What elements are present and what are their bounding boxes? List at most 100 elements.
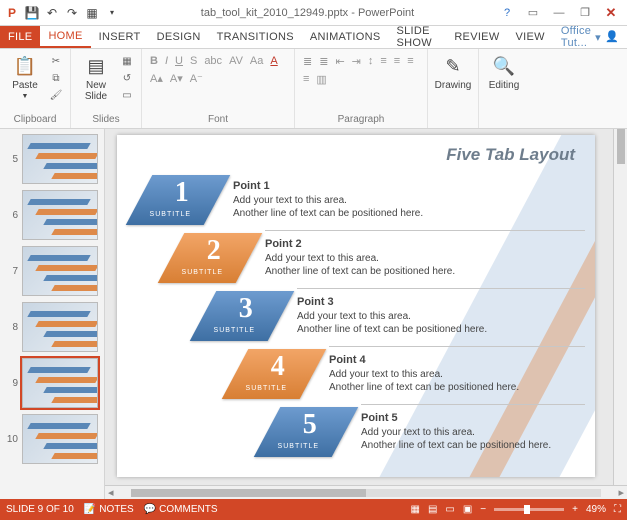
- view-normal-icon[interactable]: ▦: [410, 504, 419, 515]
- align-right-button[interactable]: ≡: [407, 55, 413, 67]
- zoom-level[interactable]: 49%: [586, 504, 606, 515]
- thumbnail-slide-10[interactable]: 10: [0, 411, 104, 467]
- format-painter-icon[interactable]: 🖌: [48, 88, 64, 102]
- thumbnail-slide-6[interactable]: 6: [0, 187, 104, 243]
- tab-line2: Another line of text can be positioned h…: [297, 324, 487, 335]
- thumbnail-number: 8: [4, 322, 18, 333]
- group-slides: ▤ New Slide ▦ ↺ ▭ Slides: [71, 49, 142, 128]
- tab-design[interactable]: DESIGN: [149, 26, 209, 48]
- vertical-scrollbar[interactable]: [613, 129, 627, 485]
- tab-item-2[interactable]: 2SUBTITLEPoint 2Add your text to this ar…: [117, 233, 595, 291]
- reset-icon[interactable]: ↺: [119, 71, 135, 85]
- tab-view[interactable]: VIEW: [508, 26, 553, 48]
- shadow-button[interactable]: S: [190, 55, 197, 67]
- strike-button[interactable]: abc: [204, 55, 222, 67]
- zoom-in-icon[interactable]: +: [572, 504, 578, 515]
- tab-insert[interactable]: INSERT: [91, 26, 149, 48]
- tab-text[interactable]: Point 2Add your text to this area.Anothe…: [265, 237, 455, 279]
- new-slide-button[interactable]: ▤ New Slide: [77, 54, 115, 102]
- fit-to-window-icon[interactable]: ⛶: [614, 504, 621, 515]
- cut-icon[interactable]: ✂: [48, 54, 64, 68]
- tab-subtitle: SUBTITLE: [259, 443, 337, 450]
- bold-button[interactable]: B: [150, 55, 158, 67]
- tab-text[interactable]: Point 4Add your text to this area.Anothe…: [329, 353, 519, 395]
- thumbnail-slide-9[interactable]: 9: [0, 355, 104, 411]
- zoom-slider-thumb[interactable]: [524, 505, 530, 514]
- notes-button[interactable]: 📝NOTES: [84, 504, 134, 515]
- justify-button[interactable]: ≡: [303, 73, 309, 85]
- tab-item-4[interactable]: 4SUBTITLEPoint 4Add your text to this ar…: [117, 349, 595, 407]
- increase-font-button[interactable]: A▴: [150, 72, 163, 85]
- spacing-button[interactable]: AV: [229, 55, 243, 67]
- view-slideshow-icon[interactable]: ▣: [463, 504, 472, 515]
- account-menu[interactable]: Office Tut... ▾ 👤: [553, 26, 627, 48]
- scrollbar-track[interactable]: [131, 489, 602, 497]
- tab-animations[interactable]: ANIMATIONS: [302, 26, 389, 48]
- decrease-font-button[interactable]: A▾: [170, 72, 183, 85]
- tab-text[interactable]: Point 5Add your text to this area.Anothe…: [361, 411, 551, 453]
- case-button[interactable]: Aa: [250, 55, 263, 67]
- tab-line2: Another line of text can be positioned h…: [233, 208, 423, 219]
- layout-icon[interactable]: ▦: [119, 54, 135, 68]
- view-sorter-icon[interactable]: ▤: [428, 504, 437, 515]
- comments-button[interactable]: 💬COMMENTS: [144, 504, 218, 515]
- slide[interactable]: Five Tab Layout 1SUBTITLEPoint 1Add your…: [117, 135, 595, 477]
- minimize-icon[interactable]: —: [547, 3, 571, 23]
- slide-title[interactable]: Five Tab Layout: [446, 145, 575, 165]
- align-center-button[interactable]: ≡: [394, 55, 400, 67]
- scroll-right-icon[interactable]: ▸: [615, 486, 627, 499]
- view-reading-icon[interactable]: ▭: [445, 504, 454, 515]
- group-slides-label: Slides: [77, 113, 135, 126]
- tab-review[interactable]: REVIEW: [446, 26, 507, 48]
- qat-more-icon[interactable]: ▾: [104, 5, 120, 21]
- drawing-button[interactable]: ✎ Drawing: [434, 54, 472, 91]
- start-slideshow-icon[interactable]: ▦: [84, 5, 100, 21]
- horizontal-scrollbar[interactable]: ◂ ▸: [105, 485, 627, 499]
- save-icon[interactable]: 💾: [24, 5, 40, 21]
- section-icon[interactable]: ▭: [119, 88, 135, 102]
- numbering-button[interactable]: ≣: [319, 55, 328, 68]
- tab-shape: 4SUBTITLE: [222, 349, 327, 399]
- align-left-button[interactable]: ≡: [380, 55, 386, 67]
- tab-item-1[interactable]: 1SUBTITLEPoint 1Add your text to this ar…: [117, 175, 595, 233]
- group-drawing: ✎ Drawing: [428, 49, 479, 128]
- thumbnail-slide-8[interactable]: 8: [0, 299, 104, 355]
- tab-item-3[interactable]: 3SUBTITLEPoint 3Add your text to this ar…: [117, 291, 595, 349]
- scrollbar-thumb[interactable]: [617, 129, 625, 164]
- zoom-slider[interactable]: [494, 508, 564, 511]
- close-icon[interactable]: ✕: [599, 3, 623, 23]
- indent-right-button[interactable]: ⇥: [352, 55, 361, 68]
- copy-icon[interactable]: ⧉: [48, 71, 64, 85]
- thumbnail-slide-7[interactable]: 7: [0, 243, 104, 299]
- tab-line1: Add your text to this area.: [265, 253, 379, 264]
- restore-icon[interactable]: ❐: [573, 3, 597, 23]
- tab-slideshow[interactable]: SLIDE SHOW: [388, 26, 446, 48]
- tab-text[interactable]: Point 1Add your text to this area.Anothe…: [233, 179, 423, 221]
- tab-home[interactable]: HOME: [40, 26, 90, 48]
- underline-button[interactable]: U: [175, 55, 183, 67]
- new-slide-label: New Slide: [85, 80, 107, 102]
- scrollbar-thumb[interactable]: [131, 489, 366, 497]
- font-color-button[interactable]: A: [270, 55, 277, 67]
- tab-file[interactable]: FILE: [0, 26, 40, 48]
- redo-icon[interactable]: ↷: [64, 5, 80, 21]
- line-spacing-button[interactable]: ↕: [368, 55, 374, 67]
- tab-item-5[interactable]: 5SUBTITLEPoint 5Add your text to this ar…: [117, 407, 595, 465]
- ribbon-display-icon[interactable]: ▭: [521, 3, 545, 23]
- group-clipboard-label: Clipboard: [6, 113, 64, 126]
- undo-icon[interactable]: ↶: [44, 5, 60, 21]
- thumbnail-slide-5[interactable]: 5: [0, 131, 104, 187]
- editing-button[interactable]: 🔍 Editing: [485, 54, 523, 91]
- bullets-button[interactable]: ≣: [303, 55, 312, 68]
- italic-button[interactable]: I: [165, 55, 168, 67]
- scroll-left-icon[interactable]: ◂: [105, 486, 117, 499]
- tab-text[interactable]: Point 3Add your text to this area.Anothe…: [297, 295, 487, 337]
- indent-left-button[interactable]: ⇤: [335, 55, 344, 68]
- clear-format-button[interactable]: A⁻: [190, 72, 203, 85]
- zoom-out-icon[interactable]: −: [480, 504, 486, 515]
- paste-button[interactable]: 📋 Paste ▼: [6, 54, 44, 100]
- tab-transitions[interactable]: TRANSITIONS: [209, 26, 302, 48]
- slide-counter[interactable]: SLIDE 9 OF 10: [6, 504, 74, 515]
- columns-button[interactable]: ▥: [316, 73, 326, 86]
- help-icon[interactable]: ?: [495, 3, 519, 23]
